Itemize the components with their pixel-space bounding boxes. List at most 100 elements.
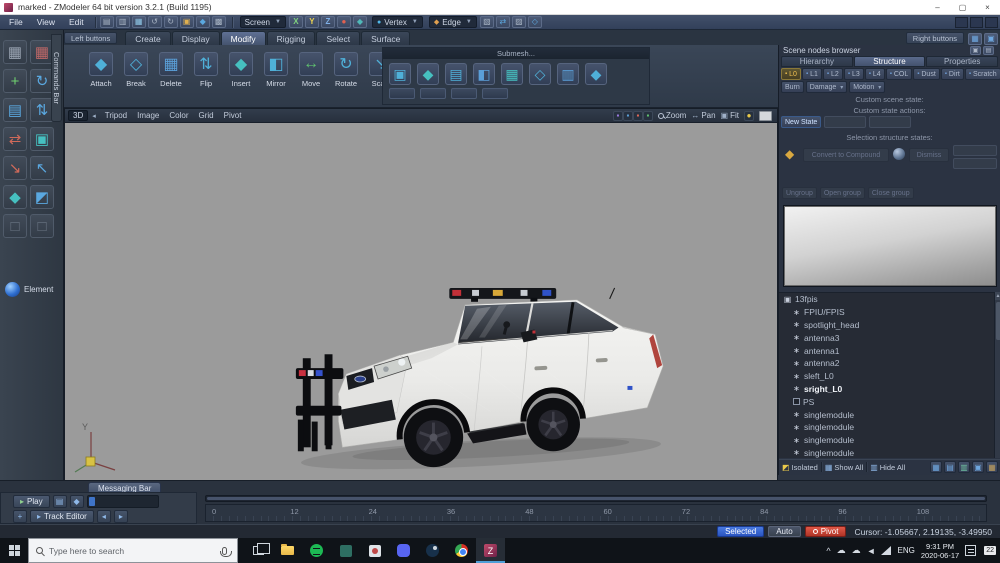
menu-edit[interactable]: Edit <box>62 16 91 28</box>
language-indicator[interactable]: ENG <box>897 546 914 555</box>
lod-dirt[interactable]: ▪Dirt <box>941 68 964 80</box>
open-file-icon[interactable]: ▥ <box>116 16 130 28</box>
submesh-bevel-icon[interactable]: ◇ <box>529 63 551 85</box>
render-icon[interactable]: ◆ <box>196 16 210 28</box>
convert-to-compound-button[interactable]: Convert to Compound <box>803 148 889 162</box>
submesh-option-4[interactable] <box>482 88 508 99</box>
command-icon-3[interactable]: + <box>3 69 27 93</box>
timeline-scrollbar[interactable] <box>205 495 987 502</box>
tab-display[interactable]: Display <box>172 31 220 45</box>
command-icon-7[interactable]: ⇄ <box>3 127 27 151</box>
close-button[interactable]: × <box>975 0 1000 14</box>
tab-surface[interactable]: Surface <box>361 31 410 45</box>
police-car-model[interactable] <box>281 283 676 478</box>
commands-bar-label[interactable]: Commands Bar <box>51 34 62 122</box>
timeline-scrollbar-thumb[interactable] <box>207 497 985 500</box>
new-state-button[interactable]: New State <box>781 116 821 128</box>
axis-x-toggle[interactable]: X <box>289 16 303 28</box>
scrollbar-thumb[interactable] <box>996 302 1000 340</box>
open-group-button[interactable]: Open group <box>820 187 865 199</box>
tray-expand-icon[interactable]: ^ <box>826 546 830 556</box>
submesh-cut-icon[interactable]: ◆ <box>585 63 607 85</box>
steam-icon[interactable] <box>418 538 447 563</box>
axis-y-toggle[interactable]: Y <box>305 16 319 28</box>
zoom-button[interactable]: Zoom <box>658 111 686 120</box>
tree-node[interactable]: ∗FPIU/FPIS <box>779 306 994 319</box>
grid-icon[interactable]: ▩ <box>212 16 226 28</box>
redo-icon[interactable]: ↻ <box>164 16 178 28</box>
tool-break[interactable]: ◇Break <box>121 49 151 91</box>
snap-icon[interactable]: ◆ <box>353 16 367 28</box>
layer-view-icon-3[interactable]: ▥ <box>958 461 970 473</box>
layout-button-3[interactable] <box>985 17 998 28</box>
command-icon-5[interactable]: ▤ <box>3 98 27 122</box>
tree-node[interactable]: ∗singlemodule <box>779 408 994 421</box>
right-buttons-hint[interactable]: Right buttons <box>906 32 964 44</box>
submesh-weld-icon[interactable]: ◆ <box>417 63 439 85</box>
shading-icon[interactable]: ▪ <box>613 111 623 121</box>
submesh-option-2[interactable] <box>420 88 446 99</box>
normals-icon[interactable]: ▪ <box>643 111 653 121</box>
tool-insert[interactable]: ◆Insert <box>226 49 256 91</box>
submesh-split-icon[interactable]: ◧ <box>473 63 495 85</box>
tool-flip[interactable]: ⇅Flip <box>191 49 221 91</box>
clock[interactable]: 9:31 PM2020-06-17 <box>921 542 959 560</box>
submesh-bridge-icon[interactable]: ▥ <box>557 63 579 85</box>
command-icon-8[interactable]: ▣ <box>30 127 54 151</box>
command-icon-11[interactable]: ◆ <box>3 185 27 209</box>
playback-slider[interactable] <box>87 495 159 508</box>
discord-icon[interactable] <box>389 538 418 563</box>
tab-rigging[interactable]: Rigging <box>267 31 316 45</box>
tree-node[interactable]: ∗sright_L0 <box>779 383 994 396</box>
tree-node[interactable]: ∗singlemodule <box>779 447 994 458</box>
tree-node[interactable]: PS <box>779 395 994 408</box>
track-editor-button[interactable]: ▸Track Editor <box>30 510 94 523</box>
lod-l1[interactable]: ▪L1 <box>802 68 822 80</box>
lod-scratch[interactable]: ▪Scratch <box>965 68 1000 80</box>
loop-button[interactable]: ▤ <box>53 495 67 508</box>
mirror-axis-icon[interactable]: ▧ <box>480 16 494 28</box>
menu-view[interactable]: View <box>30 16 62 28</box>
lod-l4[interactable]: ▪L4 <box>865 68 885 80</box>
tree-node[interactable]: ▣13fpis <box>779 293 994 306</box>
scene-tab-structure[interactable]: Structure <box>854 56 926 67</box>
tab-modify[interactable]: Modify <box>221 31 266 45</box>
command-icon-1[interactable]: ▦ <box>3 40 27 64</box>
viewport-menu-tripod[interactable]: Tripod <box>100 111 132 120</box>
swap-icon[interactable]: ⇄ <box>496 16 510 28</box>
tool-move[interactable]: ↔Move <box>296 49 326 91</box>
command-icon-12[interactable]: ◩ <box>30 185 54 209</box>
wire-icon[interactable]: ◇ <box>528 16 542 28</box>
state-motion[interactable]: Motion▾ <box>849 81 885 93</box>
file-explorer-icon[interactable] <box>273 538 302 563</box>
selected-mode-badge[interactable]: Selected <box>717 526 764 537</box>
group-option-button-2[interactable] <box>953 158 997 169</box>
viewport-menu-color[interactable]: Color <box>164 111 193 120</box>
menu-file[interactable]: File <box>2 16 30 28</box>
teal-app-icon[interactable] <box>331 538 360 563</box>
tool-rotate[interactable]: ↻Rotate <box>331 49 361 91</box>
lod-col[interactable]: ▪COL <box>886 68 913 80</box>
node-list-scrollbar[interactable]: ▲ <box>994 292 1000 458</box>
prev-frame-button[interactable]: ◂ <box>97 510 111 523</box>
action-center-icon[interactable] <box>965 545 976 556</box>
task-view-icon[interactable] <box>244 538 273 563</box>
tree-node[interactable]: ∗singlemodule <box>779 434 994 447</box>
chrome-icon[interactable] <box>447 538 476 563</box>
command-icon-14[interactable]: □ <box>30 214 54 238</box>
onedrive-icon[interactable]: ☁ <box>837 545 846 556</box>
play-button[interactable]: ▸Play <box>13 495 50 508</box>
submesh-option-1[interactable] <box>389 88 415 99</box>
search-input[interactable]: Type here to search <box>28 538 238 563</box>
tree-node[interactable]: ∗spotlight_head <box>779 319 994 332</box>
panel-menu-icon[interactable]: ▤ <box>983 46 994 55</box>
scene-tab-hierarchy[interactable]: Hierarchy <box>781 56 853 67</box>
start-button[interactable] <box>0 538 28 563</box>
lod-l2[interactable]: ▪L2 <box>823 68 843 80</box>
tree-node[interactable]: ∗antenna2 <box>779 357 994 370</box>
command-icon-13[interactable]: □ <box>3 214 27 238</box>
lod-l0[interactable]: ▪L0 <box>781 68 801 80</box>
state-action-button-2[interactable] <box>869 116 911 128</box>
pan-button[interactable]: ↔Pan <box>691 111 715 120</box>
lod-dust[interactable]: ▪Dust <box>913 68 940 80</box>
